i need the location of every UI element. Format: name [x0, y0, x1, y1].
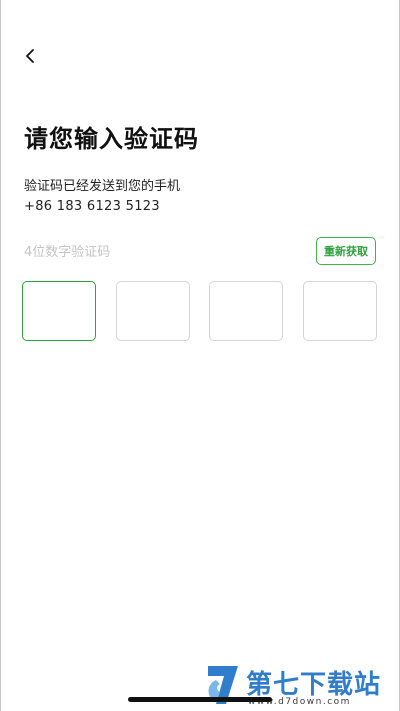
- watermark: 第七下载站 www.d7down.com: [202, 662, 397, 710]
- code-digit-box-3[interactable]: [209, 281, 283, 341]
- watermark-brand: 第七下载站: [246, 670, 382, 700]
- home-indicator: [128, 697, 272, 702]
- frame-edge-left: [0, 0, 1, 711]
- code-digit-box-4[interactable]: [303, 281, 377, 341]
- resend-code-button[interactable]: 重新获取: [316, 237, 376, 265]
- sent-notice: 验证码已经发送到您的手机 +86 183 6123 5123: [24, 177, 180, 217]
- back-button[interactable]: [16, 42, 44, 70]
- code-digit-box-1[interactable]: [22, 281, 96, 341]
- phone-number: +86 183 6123 5123: [24, 199, 160, 214]
- chevron-left-icon: [24, 48, 36, 64]
- code-hint: 4位数字验证码: [24, 245, 111, 260]
- code-digit-box-2[interactable]: [116, 281, 190, 341]
- page-title: 请您输入验证码: [24, 125, 199, 153]
- sent-notice-text: 验证码已经发送到您的手机: [24, 179, 181, 194]
